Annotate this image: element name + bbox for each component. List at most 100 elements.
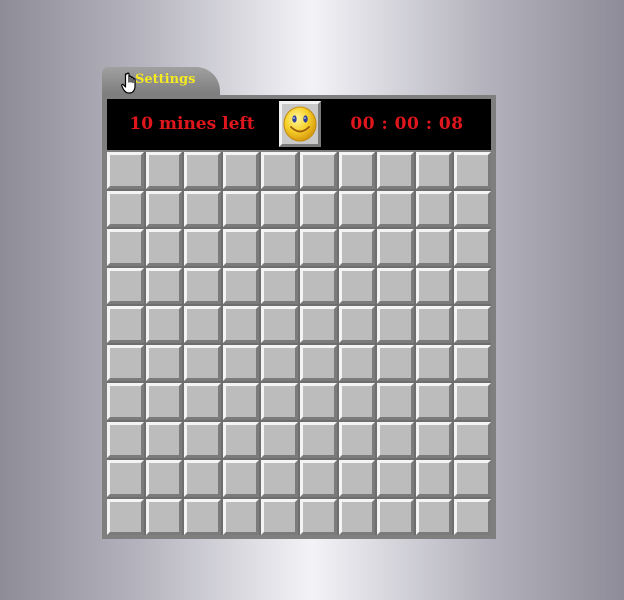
minefield-cell[interactable] [107, 421, 144, 458]
minefield-cell[interactable] [299, 421, 337, 458]
minefield-cell[interactable] [107, 344, 144, 381]
minefield-cell[interactable] [222, 229, 260, 266]
minefield-cell[interactable] [338, 498, 376, 535]
minefield-cell[interactable] [454, 460, 491, 497]
minefield-cell[interactable] [184, 344, 221, 381]
minefield-cell[interactable] [415, 460, 453, 497]
minefield-cell[interactable] [145, 152, 183, 189]
minefield-cell[interactable] [454, 229, 491, 266]
minefield-cell[interactable] [184, 152, 221, 189]
minefield-cell[interactable] [338, 460, 376, 497]
minefield-cell[interactable] [184, 421, 221, 458]
new-game-button[interactable] [279, 101, 321, 147]
minefield-cell[interactable] [107, 229, 144, 266]
minefield-cell[interactable] [454, 267, 491, 304]
minefield-cell[interactable] [145, 344, 183, 381]
minefield-cell[interactable] [299, 498, 337, 535]
minefield-cell[interactable] [415, 306, 453, 343]
minefield-cell[interactable] [145, 460, 183, 497]
minefield-cell[interactable] [299, 306, 337, 343]
minefield-cell[interactable] [415, 152, 453, 189]
minefield-cell[interactable] [222, 152, 260, 189]
minefield-cell[interactable] [222, 383, 260, 420]
minefield-cell[interactable] [222, 498, 260, 535]
minefield-cell[interactable] [261, 306, 298, 343]
minefield-cell[interactable] [415, 421, 453, 458]
minefield-cell[interactable] [184, 460, 221, 497]
minefield-cell[interactable] [222, 344, 260, 381]
minefield-cell[interactable] [338, 267, 376, 304]
minefield-cell[interactable] [454, 498, 491, 535]
minefield-cell[interactable] [184, 383, 221, 420]
minefield-cell[interactable] [338, 421, 376, 458]
minefield-cell[interactable] [184, 498, 221, 535]
minefield-cell[interactable] [299, 267, 337, 304]
minefield-cell[interactable] [377, 498, 414, 535]
minefield-cell[interactable] [261, 267, 298, 304]
settings-tab[interactable]: Settings [102, 67, 220, 95]
minefield-cell[interactable] [415, 267, 453, 304]
minefield-cell[interactable] [145, 190, 183, 227]
minefield-cell[interactable] [107, 383, 144, 420]
minefield-cell[interactable] [377, 460, 414, 497]
minefield-cell[interactable] [377, 152, 414, 189]
minefield-cell[interactable] [184, 190, 221, 227]
minefield-cell[interactable] [261, 190, 298, 227]
minefield-cell[interactable] [415, 229, 453, 266]
minefield-cell[interactable] [299, 344, 337, 381]
minefield-cell[interactable] [454, 306, 491, 343]
minefield-cell[interactable] [338, 152, 376, 189]
minefield-cell[interactable] [299, 460, 337, 497]
minefield-cell[interactable] [261, 344, 298, 381]
minefield-cell[interactable] [261, 383, 298, 420]
minefield-cell[interactable] [184, 306, 221, 343]
minefield-cell[interactable] [454, 421, 491, 458]
minefield-cell[interactable] [107, 152, 144, 189]
minefield-cell[interactable] [107, 267, 144, 304]
minefield-cell[interactable] [377, 383, 414, 420]
minefield-cell[interactable] [145, 498, 183, 535]
minefield-cell[interactable] [415, 498, 453, 535]
minefield-cell[interactable] [338, 383, 376, 420]
minefield-cell[interactable] [145, 306, 183, 343]
minefield-cell[interactable] [261, 460, 298, 497]
minefield-cell[interactable] [222, 267, 260, 304]
minefield-cell[interactable] [377, 306, 414, 343]
minefield-cell[interactable] [107, 460, 144, 497]
minefield-cell[interactable] [377, 190, 414, 227]
minefield-cell[interactable] [261, 498, 298, 535]
minefield-cell[interactable] [377, 267, 414, 304]
minefield-cell[interactable] [299, 152, 337, 189]
minefield-cell[interactable] [338, 229, 376, 266]
minefield-cell[interactable] [377, 421, 414, 458]
minefield-cell[interactable] [222, 190, 260, 227]
minefield-cell[interactable] [145, 267, 183, 304]
minefield-cell[interactable] [377, 229, 414, 266]
minefield-cell[interactable] [338, 190, 376, 227]
minefield-cell[interactable] [107, 306, 144, 343]
minefield-cell[interactable] [145, 421, 183, 458]
minefield-cell[interactable] [415, 344, 453, 381]
minefield-cell[interactable] [299, 190, 337, 227]
minefield-cell[interactable] [261, 229, 298, 266]
minefield-cell[interactable] [454, 190, 491, 227]
minefield-cell[interactable] [299, 229, 337, 266]
minefield-cell[interactable] [454, 383, 491, 420]
minefield-cell[interactable] [145, 383, 183, 420]
minefield-cell[interactable] [261, 152, 298, 189]
minefield-cell[interactable] [184, 229, 221, 266]
minefield-cell[interactable] [454, 152, 491, 189]
minefield-cell[interactable] [415, 190, 453, 227]
minefield-cell[interactable] [415, 383, 453, 420]
minefield-cell[interactable] [222, 460, 260, 497]
minefield-cell[interactable] [338, 306, 376, 343]
minefield-cell[interactable] [222, 421, 260, 458]
minefield-cell[interactable] [299, 383, 337, 420]
minefield-cell[interactable] [261, 421, 298, 458]
minefield-cell[interactable] [222, 306, 260, 343]
minefield-cell[interactable] [184, 267, 221, 304]
minefield-cell[interactable] [454, 344, 491, 381]
minefield-cell[interactable] [145, 229, 183, 266]
minefield-cell[interactable] [377, 344, 414, 381]
minefield-cell[interactable] [107, 498, 144, 535]
